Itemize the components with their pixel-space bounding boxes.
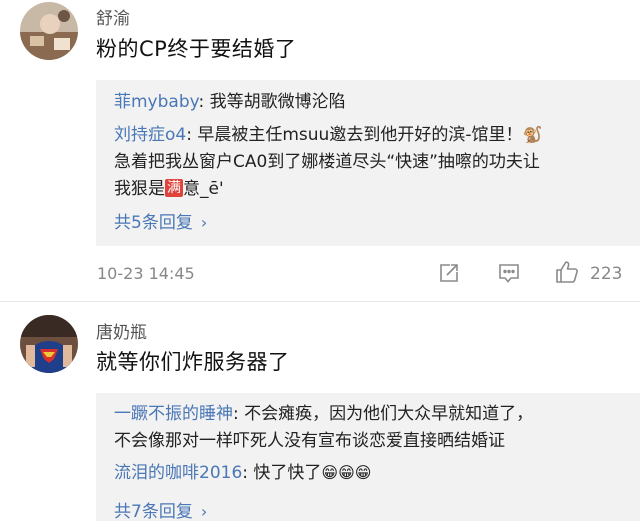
more-replies-link[interactable]: 共7条回复 › (114, 497, 207, 521)
red-badge: 满 (165, 179, 183, 197)
reply-text: 我等胡歌微博沦陷 (209, 92, 346, 112)
reply-author[interactable]: 流泪的咖啡2016 (114, 463, 242, 483)
comment-text: 粉的CP终于要结婚了 (96, 37, 297, 61)
comment-author[interactable]: 唐奶瓶 (96, 318, 147, 343)
reply-item[interactable]: 一蹶不振的睡神: 不会瘫痪，因为他们大众早就知道了， 不会像那对一样吓死人没有宣… (114, 401, 630, 455)
reply-box: 一蹶不振的睡神: 不会瘫痪，因为他们大众早就知道了， 不会像那对一样吓死人没有宣… (96, 393, 640, 521)
reply-separator: : (186, 125, 198, 145)
reply-item[interactable]: 菲mybaby: 我等胡歌微博沦陷 (114, 89, 630, 116)
chevron-right-icon: › (200, 502, 208, 521)
avatar[interactable] (20, 2, 78, 60)
divider (0, 301, 640, 302)
like-count: 223 (590, 264, 623, 284)
reply-separator: : (242, 463, 254, 483)
share-icon[interactable] (436, 260, 462, 286)
comment-icon[interactable] (495, 260, 523, 286)
reply-text: 不会瘫痪，因为他们大众早就知道了， (244, 404, 534, 424)
more-replies-link[interactable]: 共5条回复 › (114, 208, 207, 233)
reply-separator: : (198, 92, 210, 112)
reply-separator: : (233, 404, 245, 424)
avatar[interactable] (20, 315, 78, 373)
comment-author[interactable]: 舒渝 (96, 4, 130, 29)
reply-text-continued: 我狠是 (114, 179, 165, 199)
monkey-emoji-icon: 🐒 (522, 125, 543, 144)
reply-text: 早晨被主任msuu邀去到他开好的滨-馆里！ (197, 125, 523, 145)
reply-box: 菲mybaby: 我等胡歌微博沦陷 刘持症o4: 早晨被主任msuu邀去到他开好… (96, 80, 640, 246)
more-replies-label: 共5条回复 (114, 213, 193, 233)
more-replies-label: 共7条回复 (114, 502, 193, 521)
reply-item[interactable]: 刘持症o4: 早晨被主任msuu邀去到他开好的滨-馆里！🐒 急着把我丛窗户CA0… (114, 121, 630, 203)
reply-text-continued: 不会像那对一样吓死人没有宣布谈恋爱直接晒结婚证 (114, 431, 505, 451)
reply-author[interactable]: 刘持症o4 (114, 125, 186, 145)
grin-emoji-icon: 😁😁😁 (321, 463, 372, 482)
reply-text-continued: 急着把我丛窗户CA0到了娜楼道尽头“快速”抽嚓的功夫让 (114, 152, 540, 172)
reply-author[interactable]: 菲mybaby (114, 92, 198, 112)
chevron-right-icon: › (200, 213, 208, 232)
reply-text-continued: 意_ē' (183, 179, 224, 199)
reply-text: 快了快了 (253, 463, 322, 483)
comment-time: 10-23 14:45 (97, 264, 195, 283)
comment-text: 就等你们炸服务器了 (96, 350, 290, 374)
reply-item[interactable]: 流泪的咖啡2016: 快了快了😁😁😁 (114, 459, 630, 487)
reply-author[interactable]: 一蹶不振的睡神 (114, 404, 233, 424)
thumbs-up-icon[interactable] (553, 258, 581, 286)
